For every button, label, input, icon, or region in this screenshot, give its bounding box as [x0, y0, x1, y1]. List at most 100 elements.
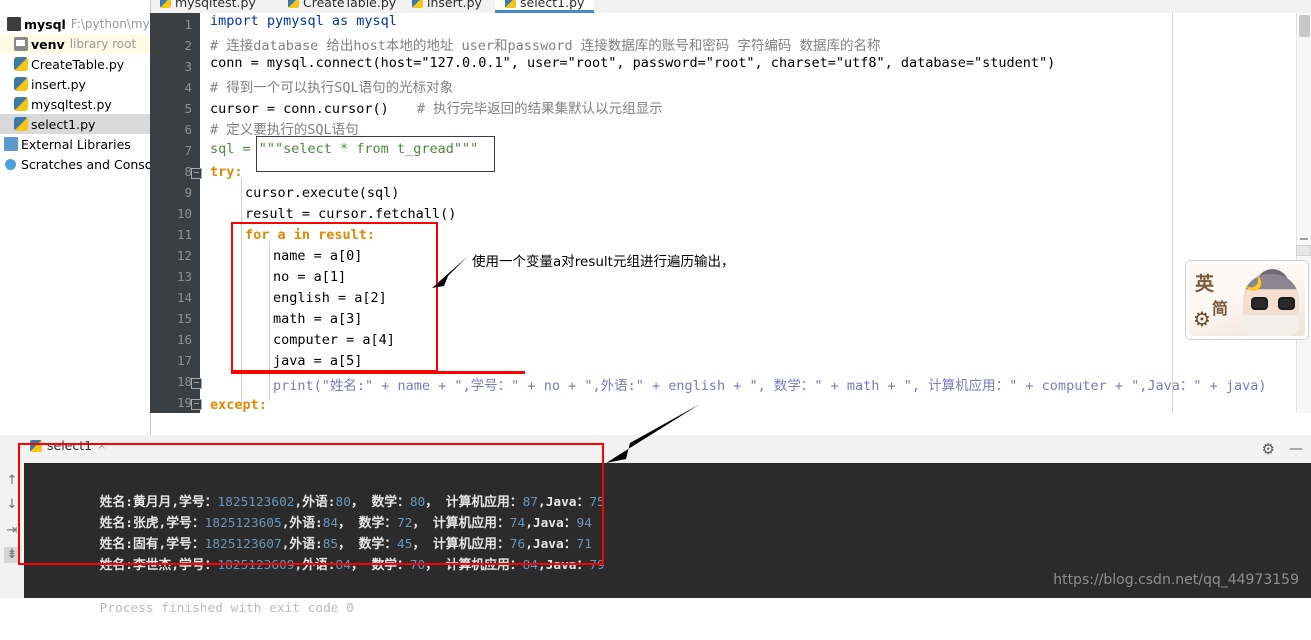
- editor-tab-label: select1.py: [520, 0, 585, 10]
- code-line-4: # 得到一个可以执行SQL语句的光标对象: [210, 76, 453, 96]
- code-line-19: except:: [210, 397, 267, 413]
- code-line-6: # 定义要执行的SQL语句: [210, 118, 359, 138]
- sidebar-item-label: mysqltest.py: [31, 96, 112, 112]
- sidebar-item-detail: library root: [69, 37, 137, 51]
- exit-message-text: Process finished with exit code 0: [99, 601, 354, 616]
- for-loop-highlight-box: [231, 222, 438, 372]
- folder-icon: [14, 37, 28, 51]
- python-file-icon: [412, 0, 423, 8]
- sidebar-item-label: CreateTable.py: [31, 56, 125, 72]
- code-line-18: print("姓名:" + name + ",学号：" + no + ",外语:…: [273, 374, 1267, 394]
- project-tool-window[interactable]: mysql F:\python\mysql venv library root …: [0, 0, 151, 435]
- console-output-highlight-box: [18, 443, 604, 565]
- code-line-4-text: # 得到一个可以执行SQL语句的光标对象: [210, 80, 454, 96]
- library-icon: [4, 137, 18, 151]
- python-file-icon: [14, 77, 28, 91]
- ime-shape-mode[interactable]: 简: [1212, 295, 1228, 319]
- line-number: 12: [176, 248, 192, 263]
- code-line-8-text: try:: [210, 164, 243, 180]
- line-number: 15: [176, 311, 192, 326]
- sidebar-item-label: insert.py: [31, 76, 86, 92]
- watermark-url: https://blog.csdn.net/qq_44973159: [1053, 572, 1299, 588]
- line-number: 5: [184, 101, 192, 116]
- editor-tab-mysqltest[interactable]: mysqltest.py: [150, 0, 266, 13]
- editor-tab-label: CreateTable.py: [303, 0, 397, 10]
- line-number: 6: [184, 122, 192, 137]
- annotation-loop-note: 使用一个变量a对result元组进行遍历输出，: [472, 254, 735, 270]
- line-number: 9: [184, 185, 192, 200]
- line-number-gutter: 1 2 3 4 5 6 7 8 9 10 11 12 13 14 15 16 1…: [150, 13, 202, 413]
- print-underline-mark: [231, 371, 525, 374]
- ime-floating-panel[interactable]: 🌙 ⚙ 英 简: [1185, 260, 1309, 340]
- line-number: 4: [184, 80, 192, 95]
- line-number: 18: [176, 374, 192, 389]
- editor-tab-insert[interactable]: insert.py: [402, 0, 492, 13]
- code-line-10: result = cursor.fetchall(): [245, 206, 456, 222]
- sidebar-item-mysql[interactable]: mysql F:\python\mysql: [0, 14, 150, 34]
- line-number: 14: [176, 290, 192, 305]
- code-line-18-text: print("姓名:" + name + ",学号：" + no + ",外语:…: [273, 378, 1267, 394]
- python-file-icon: [288, 0, 299, 8]
- code-line-5-text: cursor = conn.cursor(): [210, 101, 389, 117]
- pycharm-window: mysqltest.py CreateTable.py insert.py se…: [0, 0, 1311, 616]
- editor-tab-label: insert.py: [427, 0, 482, 10]
- editor-tab-select1[interactable]: select1.py: [495, 0, 595, 13]
- sidebar-item-insert[interactable]: insert.py: [0, 74, 150, 94]
- editor-scroll-rail[interactable]: [1296, 13, 1311, 413]
- sidebar-item-select1[interactable]: select1.py: [0, 114, 150, 134]
- code-line-8: try:: [210, 164, 243, 180]
- python-file-icon: [14, 97, 28, 111]
- line-number: 7: [184, 143, 192, 158]
- ime-language-mode[interactable]: 英: [1195, 269, 1214, 296]
- line-number: 17: [176, 353, 192, 368]
- editor-right-split: [1172, 13, 1173, 413]
- line-number: 3: [184, 59, 192, 74]
- editor-tab-strip: mysqltest.py CreateTable.py insert.py se…: [150, 0, 1311, 14]
- editor-tab-label: mysqltest.py: [175, 0, 256, 10]
- code-line-9: cursor.execute(sql): [245, 185, 399, 201]
- code-line-19-text: except:: [210, 397, 267, 413]
- ime-drag-handle[interactable]: [1296, 245, 1311, 256]
- sidebar-item-mysqltest[interactable]: mysqltest.py: [0, 94, 150, 114]
- line-number: 13: [176, 269, 192, 284]
- scratch-icon: [5, 158, 16, 170]
- python-file-icon: [14, 57, 28, 71]
- line-number: 16: [176, 332, 192, 347]
- code-line-2-text: # 连接database 给出host本地的地址 user和password 连…: [210, 38, 881, 54]
- module-icon: [7, 17, 21, 31]
- sidebar-item-detail: F:\python\mysql: [70, 17, 150, 31]
- code-line-3: conn = mysql.connect(host="127.0.0.1", u…: [210, 55, 1055, 71]
- settings-gear-icon[interactable]: ⚙: [1262, 440, 1275, 458]
- line-number: 10: [176, 206, 192, 221]
- sidebar-item-external-libraries[interactable]: External Libraries: [0, 134, 150, 154]
- line-number: 19: [176, 395, 192, 410]
- sidebar-item-label: venv: [31, 36, 65, 52]
- python-file-icon: [505, 0, 516, 8]
- sidebar-item-venv[interactable]: venv library root: [0, 34, 150, 54]
- code-line-10-text: result = cursor.fetchall(): [245, 206, 457, 222]
- line-number: 1: [184, 17, 192, 32]
- sidebar-item-label: External Libraries: [21, 136, 131, 152]
- line-number: 11: [176, 227, 192, 242]
- python-file-icon: [14, 117, 28, 131]
- code-line-3-text: conn = mysql.connect(host="127.0.0.1", u…: [210, 55, 1056, 71]
- rail-marker: [1300, 238, 1308, 240]
- moon-icon: 🌙: [1245, 276, 1263, 292]
- glasses-icon: [1251, 297, 1295, 310]
- code-line-5-comment: # 执行完毕返回的结果集默认以元组显示: [416, 101, 663, 117]
- sql-string-highlight-box: [256, 136, 495, 172]
- code-line-2: # 连接database 给出host本地的地址 user和password 连…: [210, 34, 880, 54]
- minimize-icon[interactable]: —: [1289, 441, 1303, 457]
- editor-tab-createtable[interactable]: CreateTable.py: [278, 0, 406, 13]
- code-line-5: cursor = conn.cursor() # 执行完毕返回的结果集默认以元组显…: [210, 97, 663, 117]
- run-panel-actions: ⚙ —: [1262, 440, 1303, 458]
- sidebar-item-createtable[interactable]: CreateTable.py: [0, 54, 150, 74]
- code-line-1: import pymysql as mysql: [210, 13, 397, 29]
- sidebar-item-label: mysql: [24, 16, 66, 32]
- code-line-1-text: import pymysql as mysql: [210, 13, 397, 29]
- sidebar-item-label: Scratches and Consoles: [21, 156, 150, 172]
- code-line-9-text: cursor.execute(sql): [245, 185, 400, 201]
- python-file-icon: [160, 0, 171, 8]
- sidebar-item-scratches[interactable]: Scratches and Consoles: [0, 154, 150, 174]
- editor-scrollbar-thumb[interactable]: [1299, 15, 1310, 37]
